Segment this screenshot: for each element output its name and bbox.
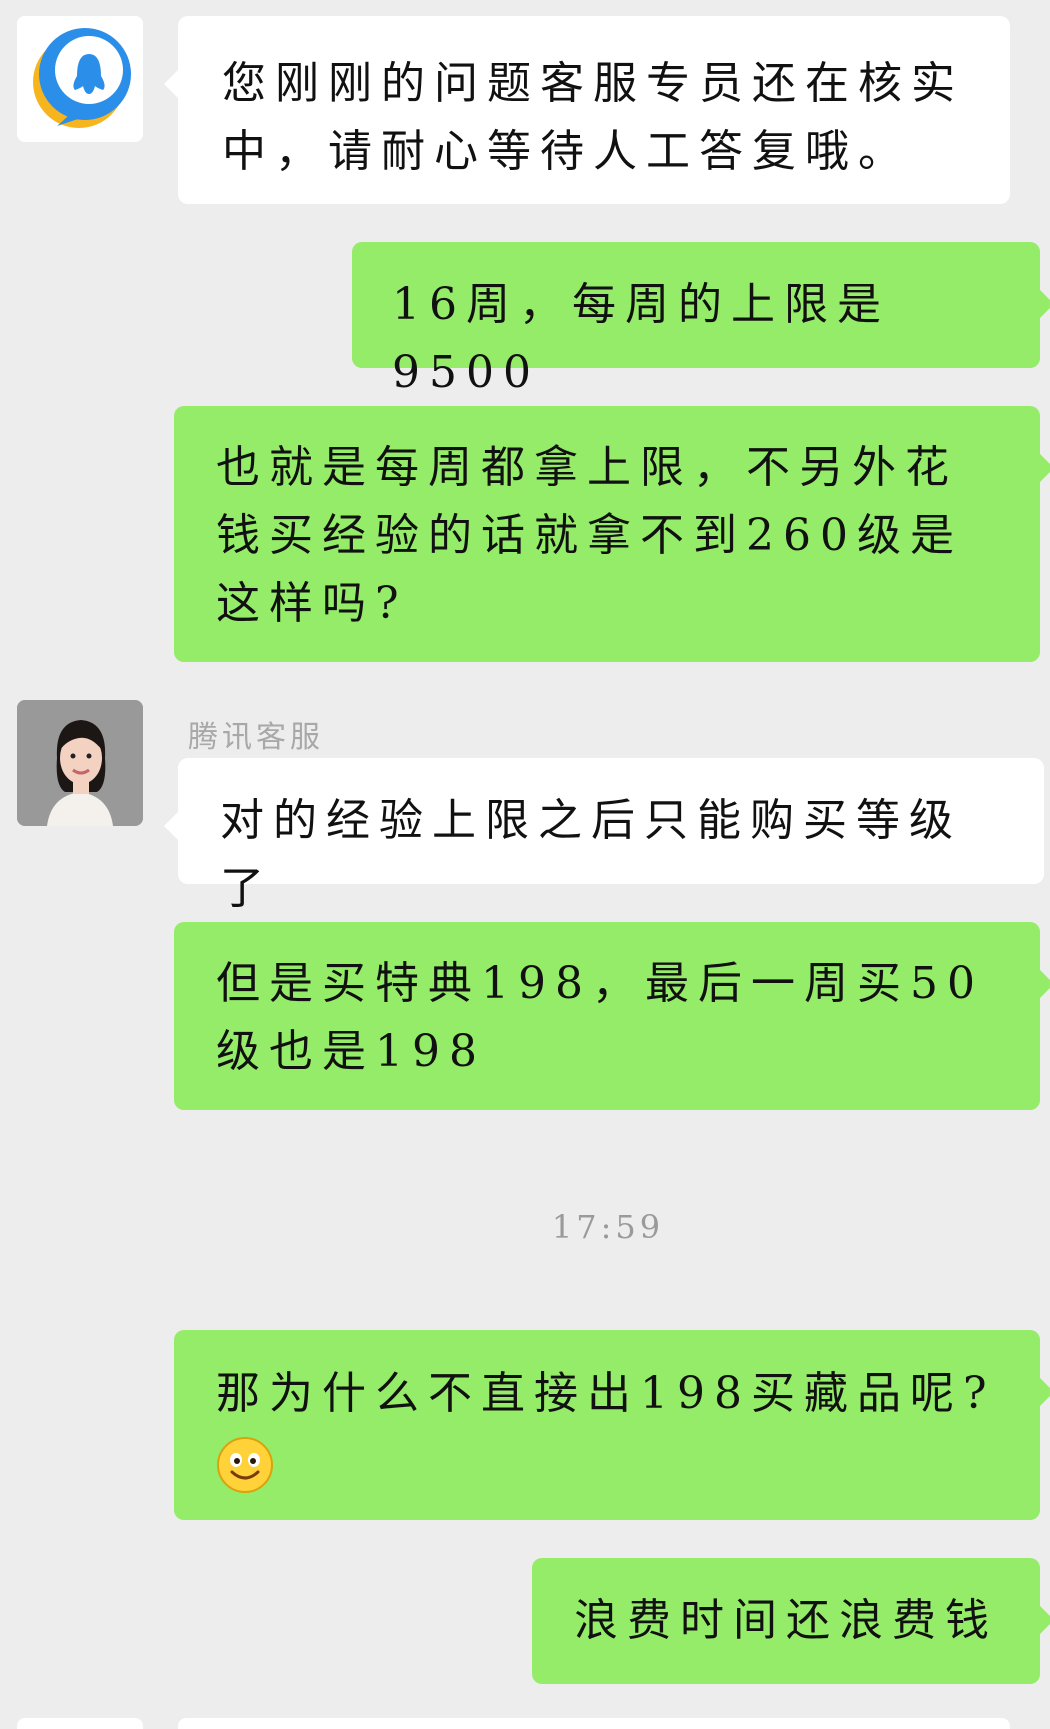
message-timestamp: 17:59 bbox=[551, 1208, 665, 1246]
message-bubble-outgoing[interactable]: 那为什么不直接出198买藏品呢? bbox=[174, 1330, 1050, 1520]
next-message-partial bbox=[178, 1718, 1010, 1729]
bot-avatar[interactable] bbox=[17, 16, 143, 142]
smile-emoji bbox=[216, 1436, 274, 1494]
message-text: 您刚刚的问题客服专员还在核实中，请耐心等待人工答复哦。 bbox=[222, 58, 964, 177]
next-avatar-partial bbox=[17, 1718, 143, 1729]
message-bubble-outgoing[interactable]: 但是买特典198，最后一周买50级也是198 bbox=[174, 922, 1050, 1110]
agent-avatar[interactable] bbox=[17, 700, 143, 826]
message-bubble-agent[interactable]: 对的经验上限之后只能购买等级了 bbox=[164, 758, 1044, 914]
qq-service-bot-icon bbox=[17, 16, 143, 142]
message-text: 16周，每周的上限是9500 bbox=[392, 279, 890, 398]
message-text: 但是买特典198，最后一周买50级也是198 bbox=[216, 958, 984, 1077]
message-text: 那为什么不直接出198买藏品呢? bbox=[216, 1368, 996, 1419]
message-bubble-outgoing[interactable]: 也就是每周都拿上限，不另外花钱买经验的话就拿不到260级是这样吗? bbox=[174, 406, 1050, 662]
message-bubble-outgoing[interactable]: 浪费时间还浪费钱 bbox=[532, 1558, 1050, 1684]
agent-avatar-photo bbox=[17, 700, 143, 826]
message-text: 浪费时间还浪费钱 bbox=[574, 1595, 998, 1646]
message-text: 也就是每周都拿上限，不另外花钱买经验的话就拿不到260级是这样吗? bbox=[216, 442, 963, 629]
message-text: 对的经验上限之后只能购买等级了 bbox=[220, 795, 962, 914]
message-bubble-bot[interactable]: 您刚刚的问题客服专员还在核实中，请耐心等待人工答复哦。 bbox=[164, 16, 1010, 204]
sender-name: 腾讯客服 bbox=[188, 720, 324, 755]
message-bubble-outgoing[interactable]: 16周，每周的上限是9500 bbox=[352, 242, 1050, 398]
